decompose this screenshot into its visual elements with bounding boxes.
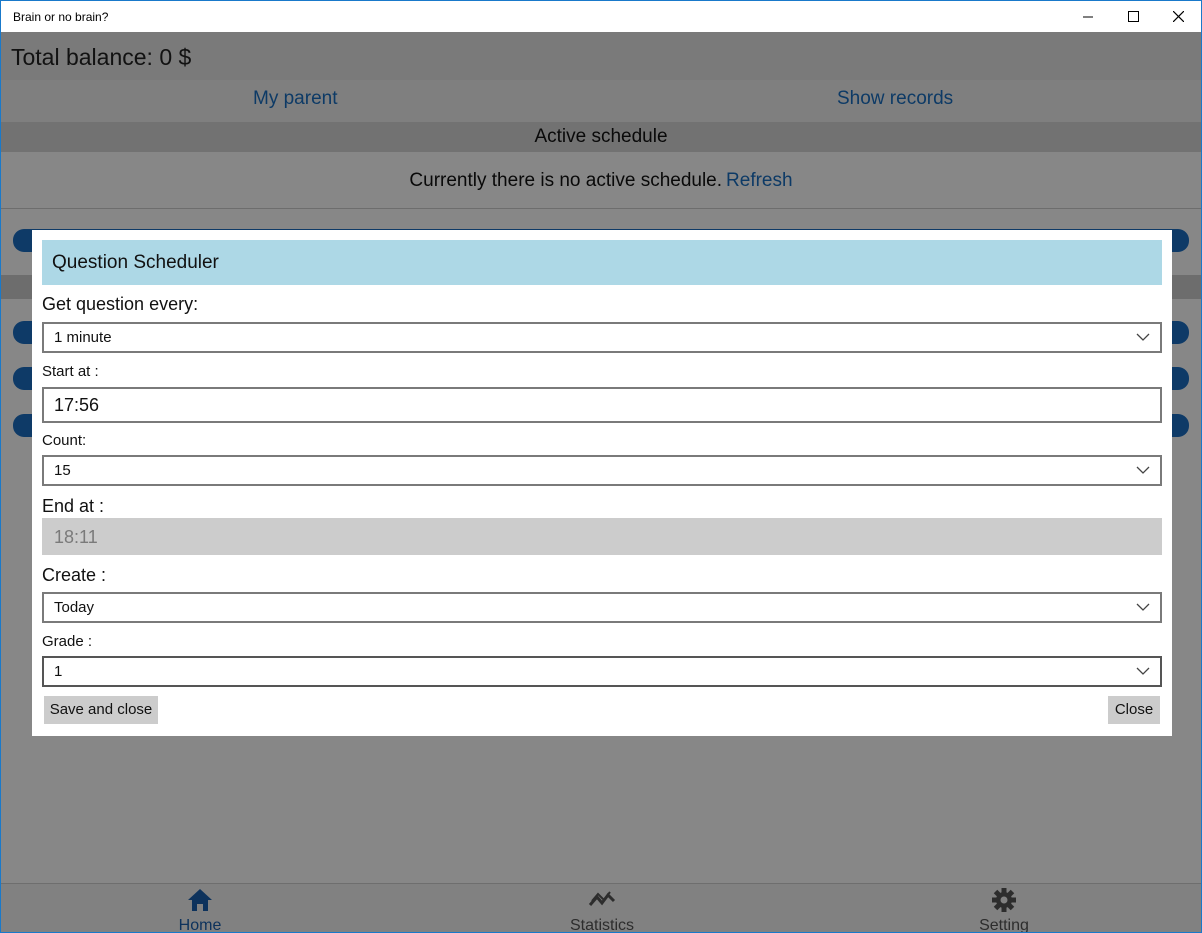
grade-label: Grade : — [42, 633, 93, 650]
start-time-field[interactable] — [42, 387, 1162, 423]
create-value: Today — [54, 599, 95, 616]
chevron-down-icon — [1136, 667, 1150, 675]
create-label: Create : — [42, 565, 107, 585]
grade-select[interactable]: 1 — [42, 656, 1162, 687]
frequency-label: Get question every: — [42, 294, 199, 314]
end-label: End at : — [42, 496, 105, 516]
question-scheduler-dialog: Question Scheduler Get question every: 1… — [32, 230, 1172, 736]
minimize-icon — [1083, 16, 1093, 17]
create-select[interactable]: Today — [42, 592, 1162, 623]
minimize-button[interactable] — [1065, 1, 1111, 32]
chevron-down-icon — [1136, 333, 1150, 341]
start-time-input[interactable] — [54, 395, 1144, 416]
maximize-icon — [1127, 11, 1139, 22]
start-label: Start at : — [42, 363, 99, 380]
frequency-select[interactable]: 1 minute — [42, 322, 1162, 353]
close-window-button[interactable] — [1155, 1, 1201, 32]
count-value: 15 — [54, 462, 71, 479]
count-label: Count: — [42, 432, 87, 449]
title-bar: Brain or no brain? — [1, 1, 1201, 32]
maximize-button[interactable] — [1110, 1, 1156, 32]
end-time-value: 18:11 — [54, 527, 98, 547]
close-button[interactable]: Close — [1108, 696, 1160, 724]
end-time-field: 18:11 — [42, 518, 1162, 555]
frequency-value: 1 minute — [54, 329, 112, 346]
dialog-title: Question Scheduler — [52, 252, 219, 273]
chevron-down-icon — [1136, 466, 1150, 474]
dialog-header: Question Scheduler — [42, 240, 1162, 285]
window-title: Brain or no brain? — [13, 10, 109, 24]
count-select[interactable]: 15 — [42, 455, 1162, 486]
grade-value: 1 — [54, 663, 63, 680]
app-window: Brain or no brain? Total balance: 0 $ My… — [0, 0, 1202, 933]
chevron-down-icon — [1136, 603, 1150, 611]
close-icon — [1172, 11, 1184, 22]
save-and-close-button[interactable]: Save and close — [44, 696, 158, 724]
